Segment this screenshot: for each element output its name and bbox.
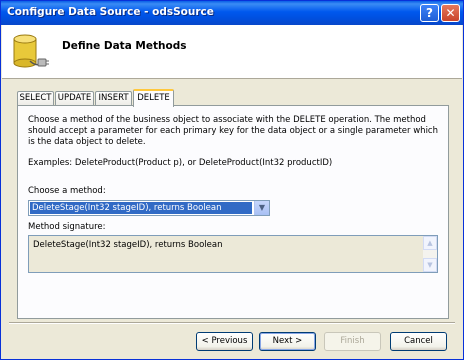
- cancel-button[interactable]: Cancel: [390, 332, 447, 351]
- method-signature-box: DeleteStage(Int32 stageID), returns Bool…: [28, 235, 438, 273]
- help-button[interactable]: ?: [420, 4, 439, 22]
- method-signature-label: Method signature:: [28, 222, 106, 232]
- chevron-down-icon[interactable]: ▼: [254, 201, 269, 215]
- button-separator: [9, 322, 455, 324]
- method-dropdown[interactable]: DeleteStage(Int32 stageID), returns Bool…: [28, 200, 270, 216]
- description-text: Choose a method of the business object t…: [28, 115, 438, 147]
- close-button[interactable]: ✕: [441, 4, 460, 22]
- tab-delete[interactable]: DELETE: [133, 89, 174, 107]
- window-title: Configure Data Source - odsSource: [7, 6, 214, 18]
- tab-insert[interactable]: INSERT: [95, 91, 132, 106]
- page-title: Define Data Methods: [62, 40, 187, 52]
- wizard-header: Define Data Methods: [2, 25, 462, 79]
- signature-scrollbar[interactable]: ▲ ▼: [423, 236, 437, 272]
- dialog-window: Configure Data Source - odsSource ? ✕ De…: [0, 0, 464, 360]
- title-bar[interactable]: Configure Data Source - odsSource ? ✕: [1, 1, 463, 25]
- tab-update[interactable]: UPDATE: [55, 91, 94, 106]
- tab-select[interactable]: SELECT: [17, 91, 54, 106]
- scroll-down-icon[interactable]: ▼: [423, 258, 437, 272]
- next-button[interactable]: Next >: [259, 332, 316, 351]
- examples-text: Examples: DeleteProduct(Product p), or D…: [28, 158, 333, 168]
- choose-method-label: Choose a method:: [28, 186, 106, 196]
- finish-button[interactable]: Finish: [324, 332, 381, 351]
- database-icon: [13, 34, 49, 68]
- previous-button[interactable]: < Previous: [196, 332, 253, 351]
- scroll-up-icon[interactable]: ▲: [423, 236, 437, 250]
- method-signature-value: DeleteStage(Int32 stageID), returns Bool…: [33, 240, 223, 250]
- tab-panel-delete: Choose a method of the business object t…: [17, 105, 449, 319]
- method-dropdown-value[interactable]: DeleteStage(Int32 stageID), returns Bool…: [29, 201, 253, 215]
